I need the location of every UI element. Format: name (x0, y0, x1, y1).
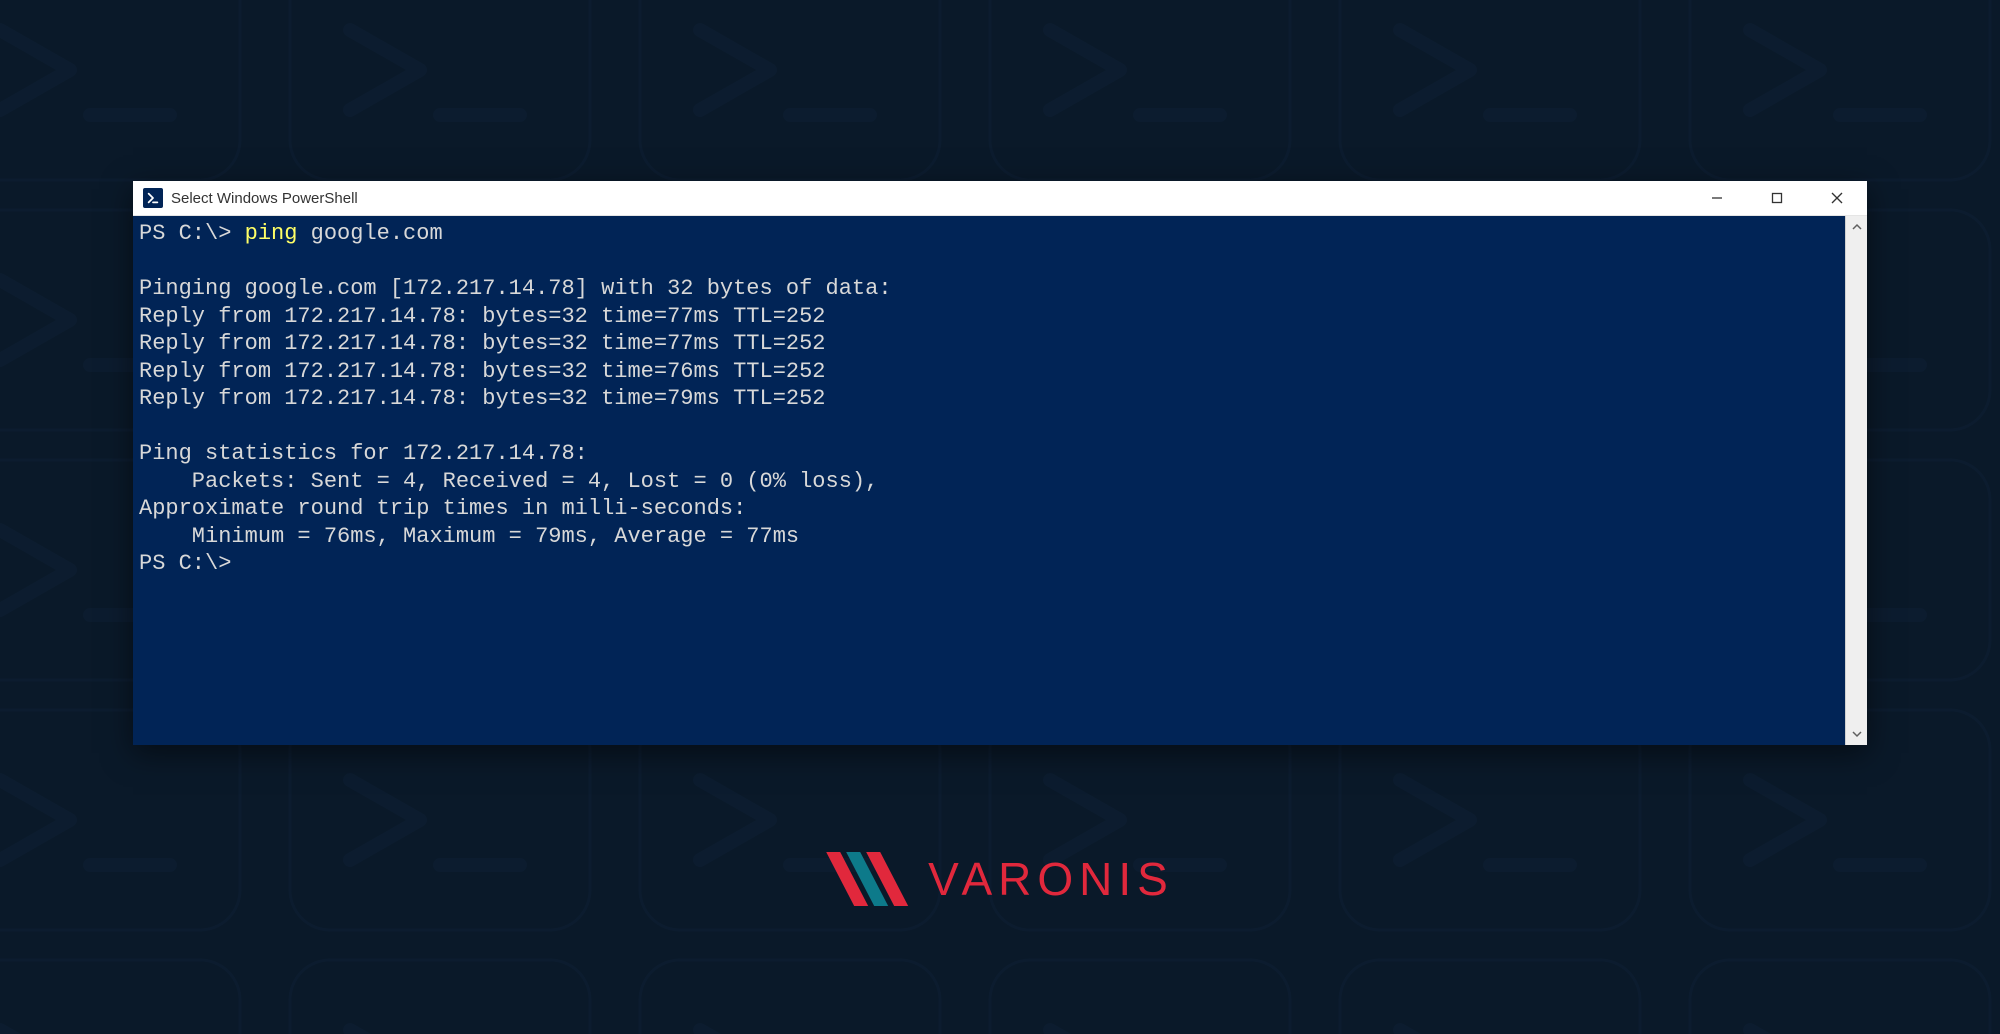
reply-line: Reply from 172.217.14.78: bytes=32 time=… (139, 386, 826, 411)
varonis-wordmark: VARONIS (928, 852, 1174, 906)
varonis-logo: VARONIS (826, 850, 1174, 908)
pinging-line: Pinging google.com [172.217.14.78] with … (139, 276, 892, 301)
prompt-prefix: PS C:\> (139, 221, 245, 246)
reply-line: Reply from 172.217.14.78: bytes=32 time=… (139, 304, 826, 329)
powershell-window: Select Windows PowerShell PS C:\> ping g… (133, 181, 1867, 745)
stats-header: Ping statistics for 172.217.14.78: (139, 441, 588, 466)
rtt-header: Approximate round trip times in milli-se… (139, 496, 746, 521)
window-titlebar[interactable]: Select Windows PowerShell (133, 181, 1867, 216)
scroll-down-arrow-icon[interactable] (1846, 723, 1867, 745)
maximize-button[interactable] (1747, 181, 1807, 216)
terminal-output[interactable]: PS C:\> ping google.com Pinging google.c… (133, 216, 1845, 745)
scroll-up-arrow-icon[interactable] (1846, 216, 1867, 238)
close-button[interactable] (1807, 181, 1867, 216)
command-args: google.com (297, 221, 442, 246)
stats-packets: Packets: Sent = 4, Received = 4, Lost = … (139, 469, 878, 494)
window-title: Select Windows PowerShell (171, 190, 358, 207)
minimize-button[interactable] (1687, 181, 1747, 216)
varonis-mark-icon (826, 850, 912, 908)
prompt-line: PS C:\> (139, 551, 231, 576)
powershell-icon (143, 188, 163, 208)
reply-line: Reply from 172.217.14.78: bytes=32 time=… (139, 359, 826, 384)
command-name: ping (245, 221, 298, 246)
rtt-values: Minimum = 76ms, Maximum = 79ms, Average … (139, 524, 799, 549)
reply-line: Reply from 172.217.14.78: bytes=32 time=… (139, 331, 826, 356)
vertical-scrollbar[interactable] (1845, 216, 1867, 745)
